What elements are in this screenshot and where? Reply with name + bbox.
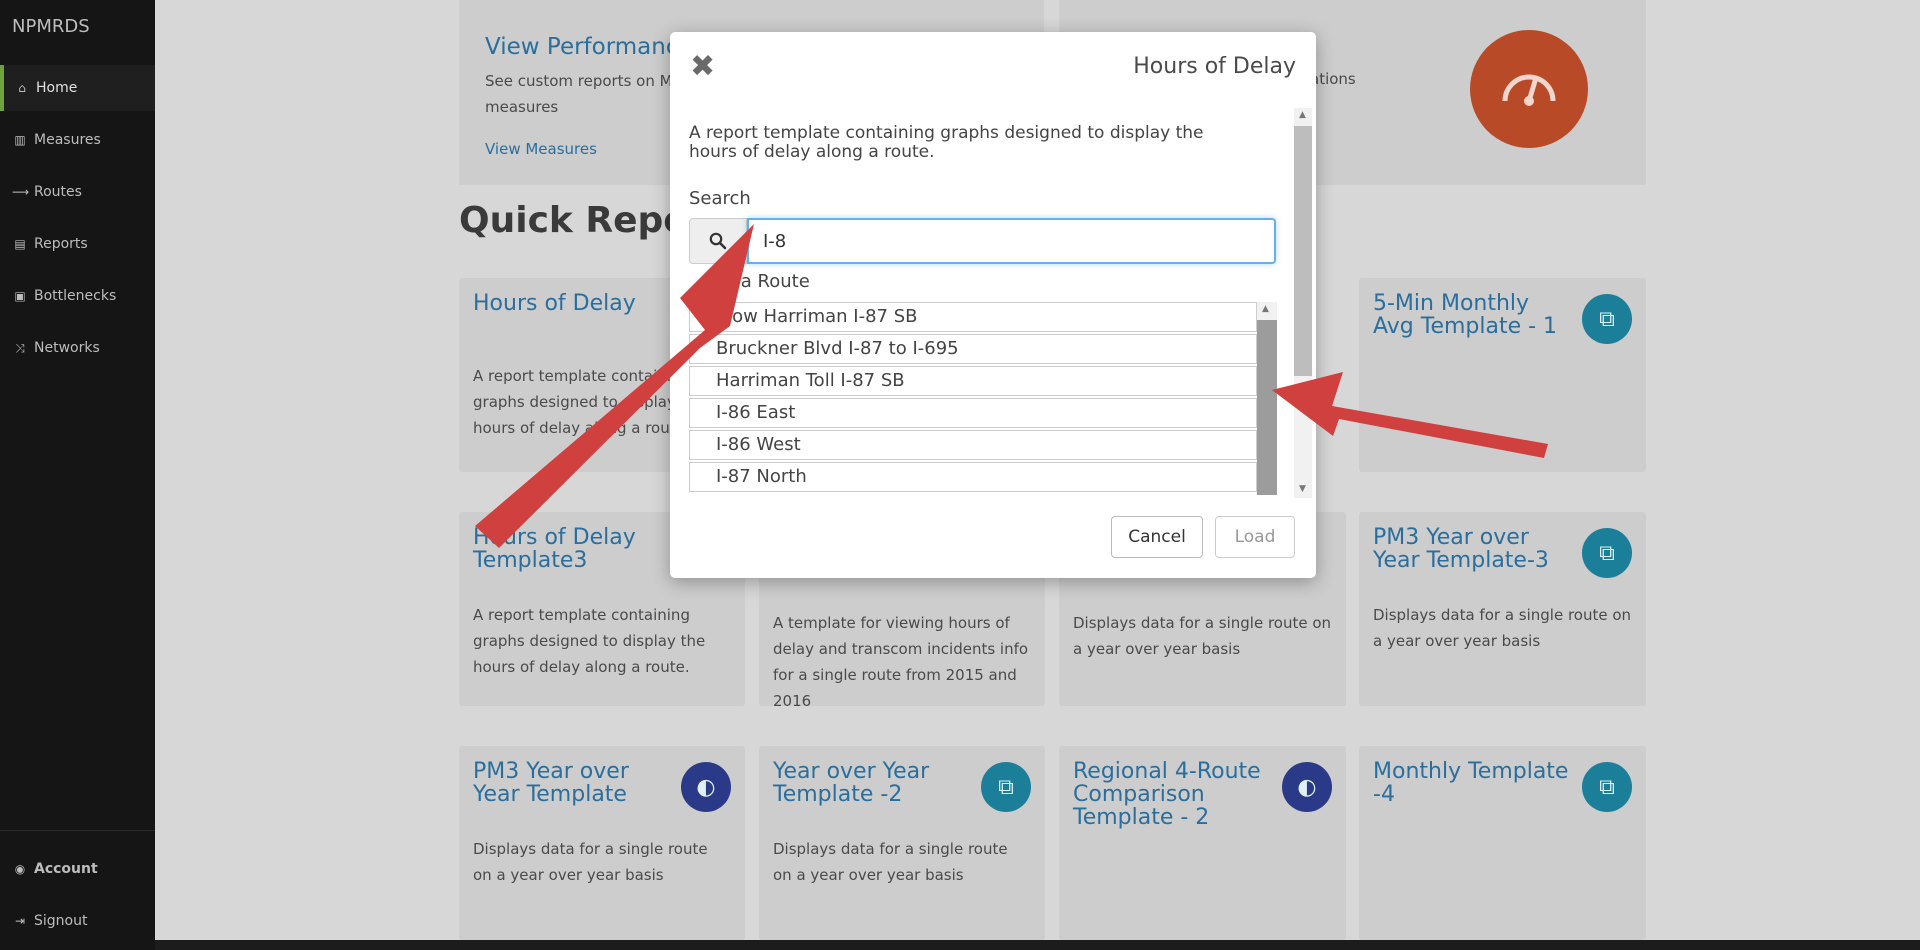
sidebar-item-label: Measures <box>34 132 101 148</box>
code-file-icon: ⧉ <box>1582 528 1632 578</box>
route-label: t a Route <box>728 271 810 292</box>
performance-desc-line: See custom reports on Ma <box>485 72 682 90</box>
search-input[interactable] <box>747 218 1276 264</box>
scroll-down-icon[interactable]: ▼ <box>1299 484 1306 494</box>
modal-title: Hours of Delay <box>1133 54 1296 79</box>
cancel-button[interactable]: Cancel <box>1111 516 1203 558</box>
report-card-desc: Displays data for a single route on a ye… <box>1073 614 1332 658</box>
report-card[interactable]: PM3 Year over Year Template ◐ Displays d… <box>459 746 745 940</box>
sidebar-item-label: Signout <box>34 913 88 929</box>
sidebar-item-reports[interactable]: ▤ Reports <box>0 221 155 267</box>
report-card-title: Regional 4-Route Comparison Template - 2 <box>1073 759 1261 831</box>
close-icon[interactable]: ✖ <box>690 52 715 82</box>
brand-logo[interactable]: NPMRDS <box>12 16 90 37</box>
palette-icon: ◐ <box>681 762 731 812</box>
modal-scrollbar[interactable]: ▲ ▼ <box>1294 108 1312 498</box>
route-option[interactable]: Bruckner Blvd I-87 to I-695 <box>689 334 1257 364</box>
sidebar-bottom <box>0 830 155 831</box>
scroll-up-icon[interactable]: ▲ <box>1299 110 1306 120</box>
sidebar-item-label: Home <box>36 80 78 96</box>
cubes-icon: ▣ <box>14 289 26 303</box>
sidebar-item-label: Networks <box>34 340 100 356</box>
report-card-title: Hours of Delay Template3 <box>473 525 636 574</box>
route-option[interactable]: I-86 West <box>689 430 1257 460</box>
sidebar-item-account[interactable]: ◉ Account <box>0 846 155 892</box>
view-measures-link[interactable]: View Measures <box>485 140 597 158</box>
load-report-modal: ✖ Hours of Delay A report template conta… <box>670 32 1316 578</box>
report-card[interactable]: Monthly Template -4 ⧉ <box>1359 746 1646 940</box>
palette-icon: ◐ <box>1282 762 1332 812</box>
report-card-desc: A template for viewing hours of delay an… <box>773 614 1029 710</box>
performance-desc-tail: ations <box>1310 70 1356 88</box>
report-card-desc: Displays data for a single route on a ye… <box>473 840 708 885</box>
performance-title[interactable]: View Performance <box>485 34 693 60</box>
report-card[interactable]: Regional 4-Route Comparison Template - 2… <box>1059 746 1346 940</box>
modal-description: A report template containing graphs desi… <box>689 123 1204 162</box>
route-option[interactable]: elow Harriman I-87 SB <box>689 302 1257 332</box>
long-arrow-right-icon: ⟶ <box>12 185 30 199</box>
route-list-scrollbar[interactable]: ▲ <box>1257 302 1277 495</box>
home-icon: ⌂ <box>18 81 26 95</box>
sidebar-item-label: Bottlenecks <box>34 288 117 304</box>
report-card-title: Monthly Template -4 <box>1373 759 1569 808</box>
file-text-icon: ▤ <box>14 237 26 251</box>
scroll-up-icon[interactable]: ▲ <box>1262 304 1269 314</box>
report-card-desc: A report template containing graphs desi… <box>473 606 706 677</box>
code-file-icon: ⧉ <box>981 762 1031 812</box>
modal-footer: Cancel Load <box>670 516 1316 578</box>
load-button[interactable]: Load <box>1215 516 1295 558</box>
horizontal-scrollbar[interactable] <box>155 940 1920 950</box>
report-card-title: PM3 Year over Year Template-3 <box>1373 525 1549 574</box>
sidebar-item-home[interactable]: ⌂ Home <box>0 65 155 111</box>
performance-desc-line: measures <box>485 98 559 116</box>
route-option[interactable]: Harriman Toll I-87 SB <box>689 366 1257 396</box>
report-card[interactable]: Year over Year Template -2 ⧉ Displays da… <box>759 746 1045 940</box>
report-card-title: Year over Year Template -2 <box>773 759 930 808</box>
sidebar-item-label: Routes <box>34 184 82 200</box>
report-card-desc: Displays data for a single route on a ye… <box>1373 606 1632 651</box>
modal-scroll-thumb[interactable] <box>1294 126 1312 376</box>
performance-description: See custom reports on Ma measures <box>485 68 682 120</box>
sidebar: NPMRDS ⌂ Home ▥ Measures ⟶ Routes ▤ Repo… <box>0 0 155 950</box>
speedometer-icon <box>1470 30 1588 148</box>
route-list: elow Harriman I-87 SB Bruckner Blvd I-87… <box>689 302 1257 495</box>
sidebar-item-bottlenecks[interactable]: ▣ Bottlenecks <box>0 273 155 319</box>
sidebar-item-networks[interactable]: ⤨ Networks <box>0 325 155 371</box>
sidebar-item-measures[interactable]: ▥ Measures <box>0 117 155 163</box>
route-option[interactable]: I-87 North <box>689 462 1257 492</box>
report-card[interactable]: PM3 Year over Year Template-3 ⧉ Displays… <box>1359 512 1646 706</box>
report-card[interactable]: 5-Min Monthly Avg Template - 1 ⧉ <box>1359 278 1646 472</box>
route-list-scroll-thumb[interactable] <box>1257 320 1277 495</box>
code-file-icon: ⧉ <box>1582 762 1632 812</box>
sidebar-item-label: Account <box>34 861 98 877</box>
route-option[interactable]: I-86 East <box>689 398 1257 428</box>
search-label: Search <box>689 188 751 209</box>
code-file-icon: ⧉ <box>1582 294 1632 344</box>
sign-out-icon: ⇥ <box>14 914 26 928</box>
bar-chart-icon: ▥ <box>14 133 26 147</box>
random-icon: ⤨ <box>15 340 25 355</box>
sidebar-item-routes[interactable]: ⟶ Routes <box>0 169 155 215</box>
report-card-title: 5-Min Monthly Avg Template - 1 <box>1373 291 1558 340</box>
user-circle-icon: ◉ <box>14 862 26 876</box>
search-icon <box>689 218 747 264</box>
report-card-title: PM3 Year over Year Template <box>473 759 629 808</box>
sidebar-item-label: Reports <box>34 236 88 252</box>
sidebar-item-signout[interactable]: ⇥ Signout <box>0 898 155 944</box>
search-group <box>689 218 1276 264</box>
report-card-desc: Displays data for a single route on a ye… <box>773 840 1008 885</box>
